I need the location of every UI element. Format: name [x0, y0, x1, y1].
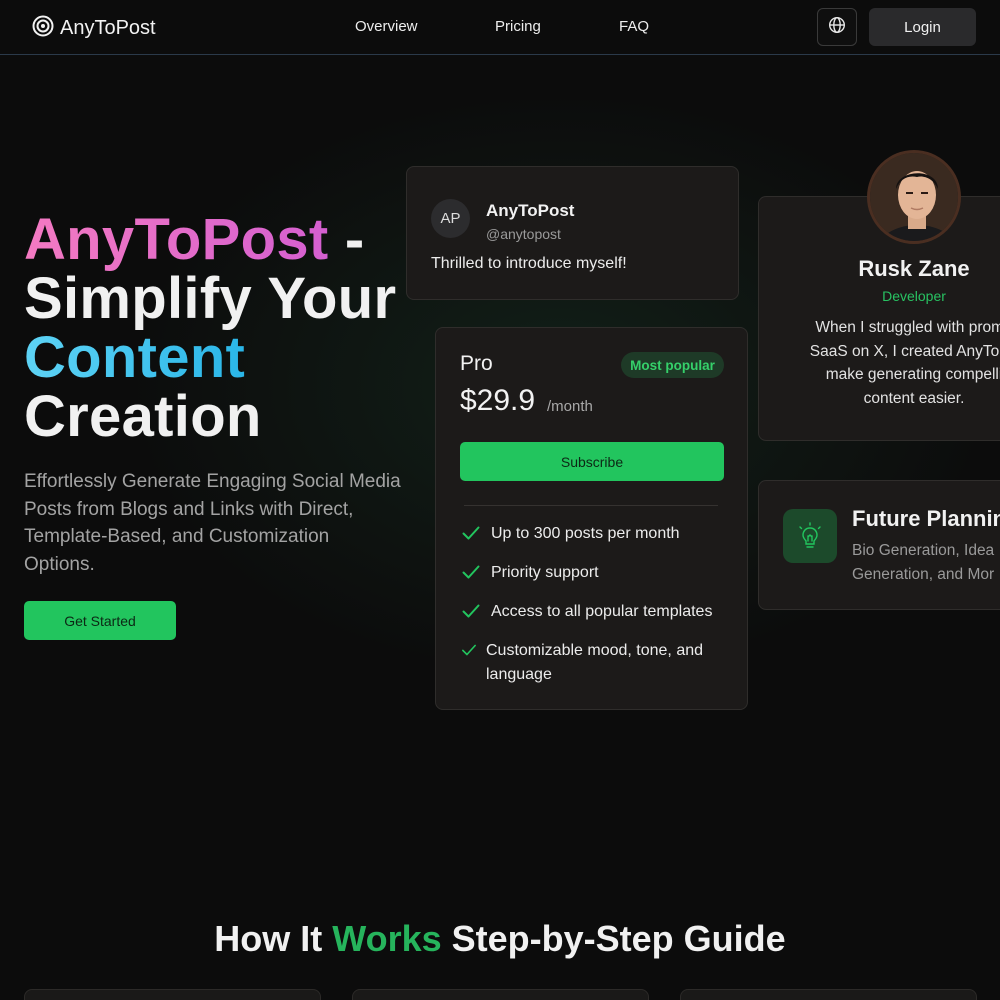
sample-post-card: AP AnyToPost @anytopost Thrilled to intr…	[406, 166, 739, 300]
nav-link-faq[interactable]: FAQ	[619, 18, 649, 35]
testimonial-name: Rusk Zane	[858, 256, 970, 281]
how-it-works-heading: How It Works Step-by-Step Guide	[214, 918, 786, 959]
feature-item: Customizable mood, tone, and language	[460, 639, 703, 687]
check-icon	[460, 561, 491, 588]
step-card	[24, 989, 321, 1000]
popular-badge: Most popular	[621, 352, 724, 378]
target-icon	[32, 15, 54, 42]
top-navbar: AnyToPost Overview Pricing FAQ Login	[0, 0, 1000, 55]
globe-icon	[828, 16, 846, 39]
feature-label: Access to all popular templates	[491, 603, 713, 620]
post-author-handle: @anytopost	[486, 226, 561, 242]
post-text: Thrilled to introduce myself!	[431, 255, 627, 272]
check-icon	[460, 522, 491, 549]
plan-price: $29.9	[460, 384, 536, 417]
brand-name: AnyToPost	[60, 17, 156, 39]
nav-link-overview[interactable]: Overview	[355, 18, 418, 35]
step-card	[352, 989, 649, 1000]
plan-period: /month	[547, 398, 593, 415]
check-icon	[460, 600, 491, 627]
testimonial-role: Developer	[882, 288, 946, 304]
feature-item: Access to all popular templates	[460, 600, 712, 627]
login-button[interactable]: Login	[869, 8, 976, 46]
hero-title-end: Creation	[24, 384, 262, 449]
future-planning-description: Bio Generation, Idea Generation, and Mor	[852, 542, 995, 583]
check-icon	[460, 639, 486, 687]
hero-subtitle: Effortlessly Generate Engaging Social Me…	[24, 471, 401, 575]
divider	[464, 505, 718, 506]
nav-link-pricing[interactable]: Pricing	[495, 18, 541, 35]
hero-title-brand: AnyToPost	[24, 207, 329, 272]
pricing-card: Pro Most popular $29.9 /month Subscribe …	[435, 327, 748, 710]
plan-name: Pro	[460, 352, 493, 375]
avatar	[867, 150, 961, 244]
testimonial-quote: When I struggled with promo SaaS on X, I…	[809, 319, 1000, 407]
language-button[interactable]	[817, 8, 857, 46]
feature-item: Priority support	[460, 561, 599, 588]
lightbulb-icon	[783, 509, 837, 563]
hero-title-highlight: Content	[24, 325, 246, 390]
feature-item: Up to 300 posts per month	[460, 522, 680, 549]
post-author-name: AnyToPost	[486, 201, 575, 220]
avatar: AP	[431, 199, 470, 238]
feature-label: Customizable mood, tone, and language	[486, 642, 704, 683]
brand-logo[interactable]: AnyToPost	[32, 15, 156, 42]
step-card	[680, 989, 977, 1000]
feature-label: Priority support	[491, 564, 599, 581]
hero-title: AnyToPost - Simplify Your Content Creati…	[24, 210, 414, 446]
get-started-button[interactable]: Get Started	[24, 601, 176, 640]
feature-label: Up to 300 posts per month	[491, 525, 680, 542]
future-planning-title: Future Planning	[852, 506, 1000, 531]
subscribe-button[interactable]: Subscribe	[460, 442, 724, 481]
